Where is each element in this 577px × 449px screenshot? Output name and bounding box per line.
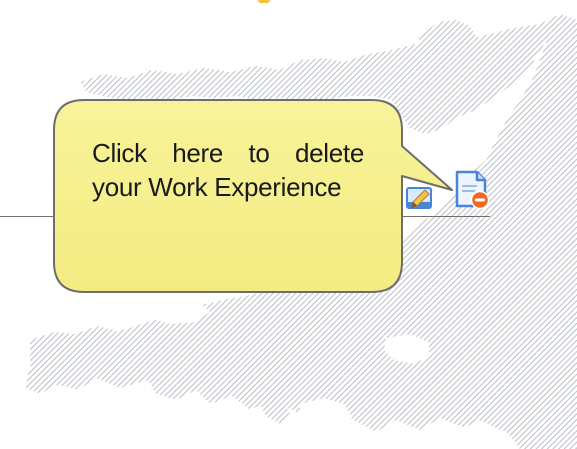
delete-document-icon[interactable] [449, 168, 493, 212]
edit-document-icon[interactable] [405, 184, 435, 210]
top-accent-mark [258, 0, 270, 3]
tooltip-text: Click here to delete your Work Experienc… [92, 138, 364, 202]
europe-map-background [26, 14, 577, 449]
section-divider-line [0, 216, 490, 217]
screen: Click here to delete your Work Experienc… [0, 0, 577, 449]
